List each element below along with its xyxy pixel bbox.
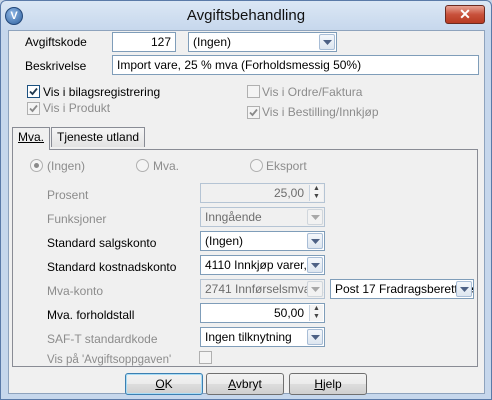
kostnadskonto-value: 4110 Innkjøp varer, a xyxy=(205,258,317,272)
ok-button[interactable]: OK xyxy=(125,373,203,395)
cancel-button[interactable]: Avbryt xyxy=(206,373,284,395)
tab-tjeneste-utland-label: Tjeneste utland xyxy=(57,130,140,144)
mvakonto-dropdown[interactable]: 2741 Innførselsmva, 2 xyxy=(200,279,325,299)
saft-label: SAF-T standardkode xyxy=(47,332,158,346)
ordre-checkbox-label: Vis i Ordre/Faktura xyxy=(262,85,363,99)
help-button[interactable]: Hjelp xyxy=(289,373,367,395)
radio-eksport[interactable] xyxy=(250,159,263,172)
funksjoner-label: Funksjoner xyxy=(47,212,107,226)
salgskonto-label: Standard salgskonto xyxy=(47,236,157,250)
produkt-checkbox[interactable] xyxy=(27,102,40,115)
cancel-label: vbryt xyxy=(235,377,262,391)
radio-mva[interactable] xyxy=(136,159,149,172)
bilag-checkbox-label: Vis i bilagsregistrering xyxy=(43,85,161,99)
title-bar[interactable]: V Avgiftsbehandling ✕ xyxy=(1,1,491,31)
ok-mnemonic: O xyxy=(155,377,165,391)
avgiftsoppgave-checkbox[interactable] xyxy=(199,351,212,364)
mvakonto-value: 2741 Innførselsmva, 2 xyxy=(205,282,324,296)
bestilling-checkbox-label: Vis i Bestilling/Innkjøp xyxy=(262,105,379,119)
forholdstall-label: Mva. forholdstall xyxy=(47,308,135,322)
forholdstall-value: 50,00 xyxy=(273,306,304,320)
chevron-down-icon[interactable] xyxy=(307,281,323,297)
kostnadskonto-label: Standard kostnadskonto xyxy=(47,260,177,274)
prosent-spinner[interactable]: ▲ ▼ xyxy=(309,185,323,201)
chevron-down-icon[interactable] xyxy=(307,233,323,249)
ok-label: K xyxy=(164,377,173,391)
radio-eksport-label: Eksport xyxy=(266,159,307,173)
chevron-down-icon[interactable] xyxy=(307,329,323,345)
saft-value: Ingen tilknytning xyxy=(205,330,292,344)
funksjoner-dropdown[interactable]: Inngående xyxy=(200,207,325,227)
forholdstall-input[interactable]: 50,00 ▲ ▼ xyxy=(200,303,325,323)
mvakonto-post-value: Post 17 Fradragsberettiget xyxy=(335,282,474,296)
checkmark-icon xyxy=(29,87,38,96)
bilag-checkbox[interactable] xyxy=(27,85,40,98)
help-label: jelp xyxy=(322,377,342,391)
forholdstall-spinner[interactable]: ▲ ▼ xyxy=(309,305,323,321)
avgiftsoppgave-label: Vis på 'Avgiftsoppgaven' xyxy=(47,354,172,366)
code-label: Avgiftskode xyxy=(25,35,87,49)
dialog-client: Avgiftskode 127 (Ingen) Beskrivelse Impo… xyxy=(8,30,485,395)
radio-ingen-label: (Ingen) xyxy=(47,159,86,173)
close-icon: ✕ xyxy=(459,6,471,22)
mvakonto-post-dropdown[interactable]: Post 17 Fradragsberettiget xyxy=(330,279,474,299)
code-dropdown-value: (Ingen) xyxy=(193,35,232,49)
code-input[interactable]: 127 xyxy=(112,32,176,52)
help-mnemonic: H xyxy=(314,377,323,391)
tab-mva-label: Mva. xyxy=(18,130,45,144)
prosent-label: Prosent xyxy=(47,188,89,202)
prosent-value: 25,00 xyxy=(273,186,304,200)
produkt-checkbox-label: Vis i Produkt xyxy=(43,101,111,115)
funksjoner-value: Inngående xyxy=(205,210,262,224)
dialog-window: V Avgiftsbehandling ✕ Avgiftskode 127 (I… xyxy=(0,0,492,400)
tab-tjeneste-utland[interactable]: Tjeneste utland xyxy=(51,127,146,147)
ordre-checkbox[interactable] xyxy=(247,85,260,98)
chevron-down-icon[interactable] xyxy=(319,34,335,50)
chevron-down-icon[interactable] xyxy=(456,281,472,297)
close-button[interactable]: ✕ xyxy=(445,5,485,24)
code-dropdown[interactable]: (Ingen) xyxy=(188,32,337,52)
prosent-input[interactable]: 25,00 ▲ ▼ xyxy=(200,183,325,203)
kostnadskonto-dropdown[interactable]: 4110 Innkjøp varer, a xyxy=(200,255,325,275)
description-input[interactable]: Import vare, 25 % mva (Forholdsmessig 50… xyxy=(112,55,479,75)
tab-panel-mva: (Ingen) Mva. Eksport Prosent 25,00 ▲ ▼ Fu… xyxy=(12,149,478,367)
radio-mva-label: Mva. xyxy=(153,159,180,173)
mvakonto-label: Mva-konto xyxy=(47,284,104,298)
salgskonto-dropdown[interactable]: (Ingen) xyxy=(200,231,325,251)
chevron-down-icon[interactable] xyxy=(307,209,323,225)
cancel-mnemonic: A xyxy=(228,377,236,391)
description-label: Beskrivelse xyxy=(25,59,87,73)
checkmark-icon xyxy=(29,104,38,113)
salgskonto-value: (Ingen) xyxy=(205,234,244,248)
checkmark-icon xyxy=(249,108,258,117)
radio-ingen[interactable] xyxy=(30,159,43,172)
chevron-down-icon[interactable] xyxy=(307,257,323,273)
saft-dropdown[interactable]: Ingen tilknytning xyxy=(200,327,325,347)
bestilling-checkbox[interactable] xyxy=(247,106,260,119)
window-title: Avgiftsbehandling xyxy=(186,7,306,24)
tab-mva[interactable]: Mva. xyxy=(12,127,51,150)
